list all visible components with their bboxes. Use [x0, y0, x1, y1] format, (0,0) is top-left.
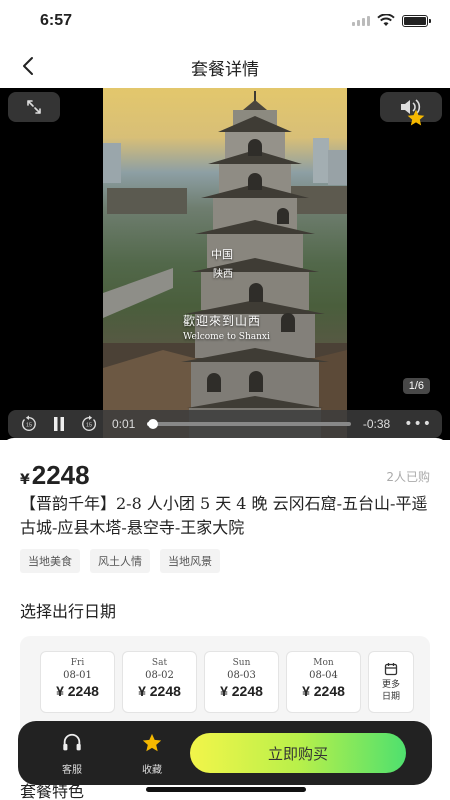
pagoda-illustration — [103, 91, 347, 440]
more-dates-button[interactable]: 更多 日期 — [368, 651, 414, 713]
customer-service-label: 客服 — [62, 765, 82, 776]
signal-icon — [352, 15, 370, 26]
destination-photo: 中国 陕西 歡迎來到山西 Welcome to Shanxi — [103, 88, 347, 440]
date-value: 08-02 — [145, 670, 174, 681]
tag: 当地美食 — [20, 549, 80, 573]
more-dates-label-1: 更多 — [381, 679, 400, 690]
headset-icon — [63, 733, 81, 751]
currency-symbol: ¥ — [20, 472, 30, 488]
caption-welcome: 歡迎來到山西 — [183, 314, 262, 328]
date-options: Fri 08-01 ¥ 2248 Sat 08-02 ¥ 2248 Sun 08… — [40, 651, 414, 713]
date-value: 08-03 — [227, 670, 256, 681]
date-day: Mon — [313, 658, 334, 668]
date-day: Fri — [70, 658, 85, 668]
rewind-icon: 15 — [22, 415, 36, 431]
caption-country: 中国 — [211, 248, 233, 261]
pause-icon — [54, 417, 64, 431]
date-value: 08-04 — [309, 670, 338, 681]
star-icon — [142, 733, 162, 752]
media-viewer[interactable]: 中国 陕西 歡迎來到山西 Welcome to Shanxi 1/6 15 15… — [0, 88, 450, 440]
buy-now-button[interactable]: 立即购买 — [190, 733, 406, 773]
date-option[interactable]: Sun 08-03 ¥ 2248 — [204, 651, 279, 713]
current-time: 0:01 — [112, 417, 136, 431]
svg-text:15: 15 — [86, 423, 92, 429]
price-row: ¥ 2248 — [20, 460, 90, 491]
more-dates-label-2: 日期 — [381, 691, 400, 702]
caption-welcome-en: Welcome to Shanxi — [183, 332, 270, 342]
date-price: ¥ 2248 — [220, 683, 263, 699]
svg-text:15: 15 — [26, 423, 32, 429]
status-icons — [352, 14, 431, 27]
battery-icon — [402, 14, 431, 27]
customer-service-button[interactable]: 客服 — [42, 731, 102, 776]
date-section-heading: 选择出行日期 — [20, 602, 117, 621]
caption-province: 陕西 — [213, 269, 233, 280]
pause-button[interactable] — [48, 413, 70, 435]
nav-bar: 套餐详情 — [0, 44, 450, 88]
progress-knob[interactable] — [148, 419, 159, 429]
date-option[interactable]: Mon 08-04 ¥ 2248 — [286, 651, 361, 713]
bottom-action-bar: 客服 收藏 立即购买 — [18, 721, 432, 785]
wifi-icon — [377, 14, 395, 26]
price: 2248 — [31, 460, 90, 490]
tag: 风土人情 — [90, 549, 150, 573]
status-bar: 6:57 — [0, 0, 450, 44]
star-badge-icon — [407, 109, 425, 126]
tag-list: 当地美食 风土人情 当地风景 — [20, 549, 220, 573]
package-title: 【晋韵千年】2-8 人小团 5 天 4 晚 云冈石窟-五台山-平遥古城-应县木塔… — [20, 494, 428, 537]
favorite-button[interactable]: 收藏 — [122, 731, 182, 776]
date-price: ¥ 2248 — [302, 683, 345, 699]
date-option[interactable]: Fri 08-01 ¥ 2248 — [40, 651, 115, 713]
video-controls: 15 15 0:01 -0:38 ••• — [8, 410, 442, 438]
rewind-15-button[interactable]: 15 — [18, 413, 40, 435]
forward-icon: 15 — [82, 415, 96, 431]
video-progress-bar[interactable] — [147, 419, 351, 429]
home-indicator — [146, 787, 306, 792]
date-day: Sat — [151, 658, 168, 668]
sold-count: 2人已购 — [386, 470, 430, 484]
more-options-button[interactable]: ••• — [404, 416, 432, 432]
calendar-icon — [384, 662, 398, 675]
page-title: 套餐详情 — [191, 60, 259, 80]
forward-15-button[interactable]: 15 — [78, 413, 100, 435]
tag: 当地风景 — [160, 549, 220, 573]
sound-toggle-button[interactable] — [380, 92, 442, 126]
status-time: 6:57 — [40, 12, 73, 29]
date-price: ¥ 2248 — [138, 683, 181, 699]
expand-icon — [27, 100, 41, 114]
date-value: 08-01 — [63, 670, 92, 681]
page-counter: 1/6 — [402, 378, 430, 394]
date-price: ¥ 2248 — [56, 683, 99, 699]
remaining-time: -0:38 — [362, 417, 391, 431]
date-day: Sun — [232, 658, 251, 668]
date-option[interactable]: Sat 08-02 ¥ 2248 — [122, 651, 197, 713]
fullscreen-button[interactable] — [8, 92, 60, 122]
favorite-label: 收藏 — [142, 765, 162, 776]
